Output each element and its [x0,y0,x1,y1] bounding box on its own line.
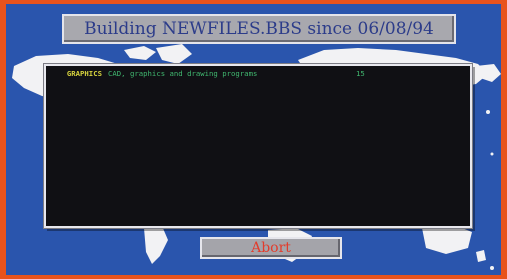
file-area-row[interactable] [46,218,470,226]
file-area-row[interactable] [46,164,470,172]
file-area-row[interactable] [46,210,470,218]
file-area-row[interactable] [46,93,470,101]
file-area-row[interactable]: GRAPHICS CAD, graphics and drawing progra… [46,70,470,78]
file-area-name: GRAPHICS [66,69,102,78]
bbs-screen: Building NEWFILES.BBS since 06/08/94 GRA… [6,4,501,275]
file-area-row[interactable] [46,109,470,117]
file-area-row[interactable] [46,78,470,86]
file-area-row[interactable] [46,171,470,179]
file-area-description: CAD, graphics and drawing programs [108,70,258,78]
abort-button[interactable]: Abort [200,237,342,259]
file-area-row[interactable] [46,117,470,125]
file-area-list: GRAPHICS CAD, graphics and drawing progra… [44,64,472,228]
file-area-row[interactable] [46,101,470,109]
file-area-row[interactable] [46,179,470,187]
file-area-count: 15 [356,69,365,78]
file-area-row[interactable] [46,156,470,164]
file-area-row[interactable] [46,187,470,195]
file-area-row[interactable] [46,132,470,140]
file-area-row[interactable] [46,148,470,156]
file-area-row[interactable] [46,203,470,211]
file-area-row[interactable] [46,86,470,94]
file-area-row[interactable] [46,125,470,133]
file-area-row[interactable] [46,140,470,148]
title-bar: Building NEWFILES.BBS since 06/08/94 [62,14,456,44]
file-area-row[interactable] [46,195,470,203]
